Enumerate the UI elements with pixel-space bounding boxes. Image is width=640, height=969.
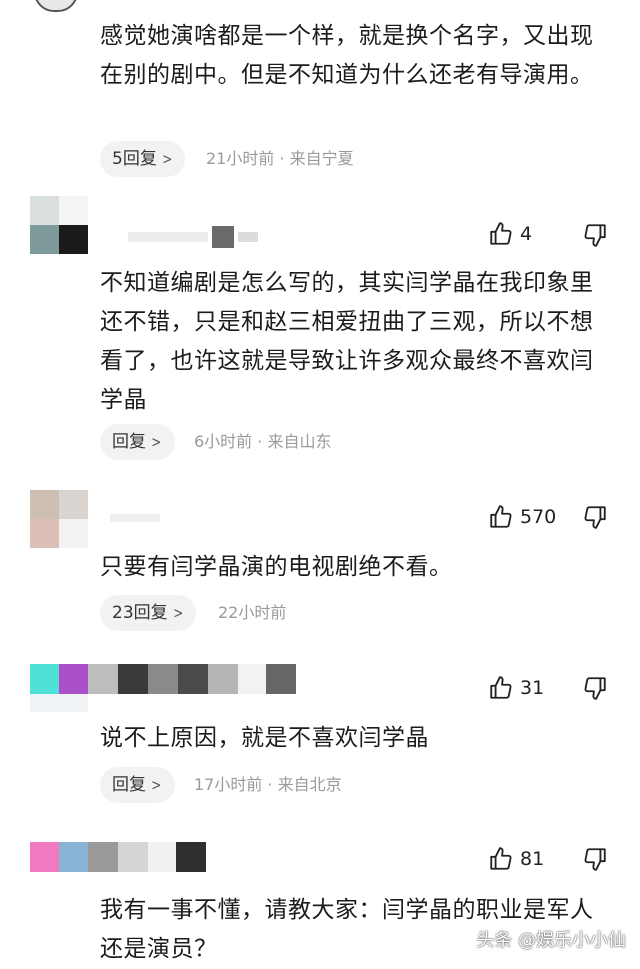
username-blurred[interactable] bbox=[88, 842, 206, 872]
thumbs-down-icon[interactable] bbox=[582, 504, 608, 530]
reply-button[interactable]: 23回复 > bbox=[100, 595, 197, 631]
thumbs-up-icon bbox=[490, 222, 512, 245]
avatar[interactable] bbox=[34, 0, 78, 12]
chevron-right-icon: > bbox=[162, 150, 173, 168]
comment-text: 感觉她演啥都是一个样，就是换个名字，又出现在别的剧中。但是不知道为什么还老有导演… bbox=[100, 23, 594, 88]
thumbs-down-icon[interactable] bbox=[582, 222, 608, 248]
comment-meta: 21小时前 · 来自宁夏 bbox=[206, 149, 354, 168]
thumbs-up-icon bbox=[490, 847, 512, 870]
like-button[interactable]: 570 bbox=[488, 502, 556, 532]
chevron-right-icon: > bbox=[172, 604, 183, 622]
like-button[interactable]: 31 bbox=[488, 673, 544, 703]
like-count: 4 bbox=[520, 223, 533, 245]
username-blurred[interactable] bbox=[88, 664, 296, 694]
username-blurred[interactable] bbox=[110, 512, 170, 524]
like-button[interactable]: 4 bbox=[488, 219, 532, 249]
thumbs-down-icon[interactable] bbox=[582, 846, 608, 872]
watermark: 头条 @娱乐小小仙 bbox=[476, 930, 626, 951]
reply-label: 回复 bbox=[112, 775, 146, 795]
comment-text: 说不上原因，就是不喜欢闫学晶 bbox=[100, 725, 429, 751]
like-count: 31 bbox=[520, 677, 545, 699]
comment-meta: 22小时前 bbox=[218, 603, 287, 622]
avatar[interactable] bbox=[30, 196, 88, 254]
thumbs-up-icon bbox=[490, 505, 512, 528]
comment-text: 不知道编剧是怎么写的，其实闫学晶在我印象里还不错，只是和赵三相爱扭曲了三观，所以… bbox=[100, 270, 594, 413]
comment-meta: 17小时前 · 来自北京 bbox=[194, 775, 342, 794]
username-blurred[interactable] bbox=[128, 226, 268, 248]
avatar[interactable] bbox=[30, 842, 88, 872]
comment-text: 只要有闫学晶演的电视剧绝不看。 bbox=[100, 554, 453, 580]
reply-label: 回复 bbox=[112, 432, 146, 452]
reply-button[interactable]: 回复 > bbox=[100, 767, 175, 803]
comment-meta: 6小时前 · 来自山东 bbox=[194, 432, 332, 451]
avatar[interactable] bbox=[30, 664, 88, 712]
reply-button[interactable]: 5回复 > bbox=[100, 141, 186, 177]
avatar[interactable] bbox=[30, 490, 88, 548]
like-count: 570 bbox=[520, 506, 557, 528]
like-button[interactable]: 81 bbox=[488, 844, 544, 874]
reply-label: 23回复 bbox=[112, 603, 168, 623]
like-count: 81 bbox=[520, 848, 545, 870]
thumbs-down-icon[interactable] bbox=[582, 675, 608, 701]
reply-button[interactable]: 回复 > bbox=[100, 424, 175, 460]
chevron-right-icon: > bbox=[151, 433, 162, 451]
reply-label: 5回复 bbox=[112, 149, 157, 169]
chevron-right-icon: > bbox=[151, 776, 162, 794]
thumbs-up-icon bbox=[490, 676, 512, 699]
